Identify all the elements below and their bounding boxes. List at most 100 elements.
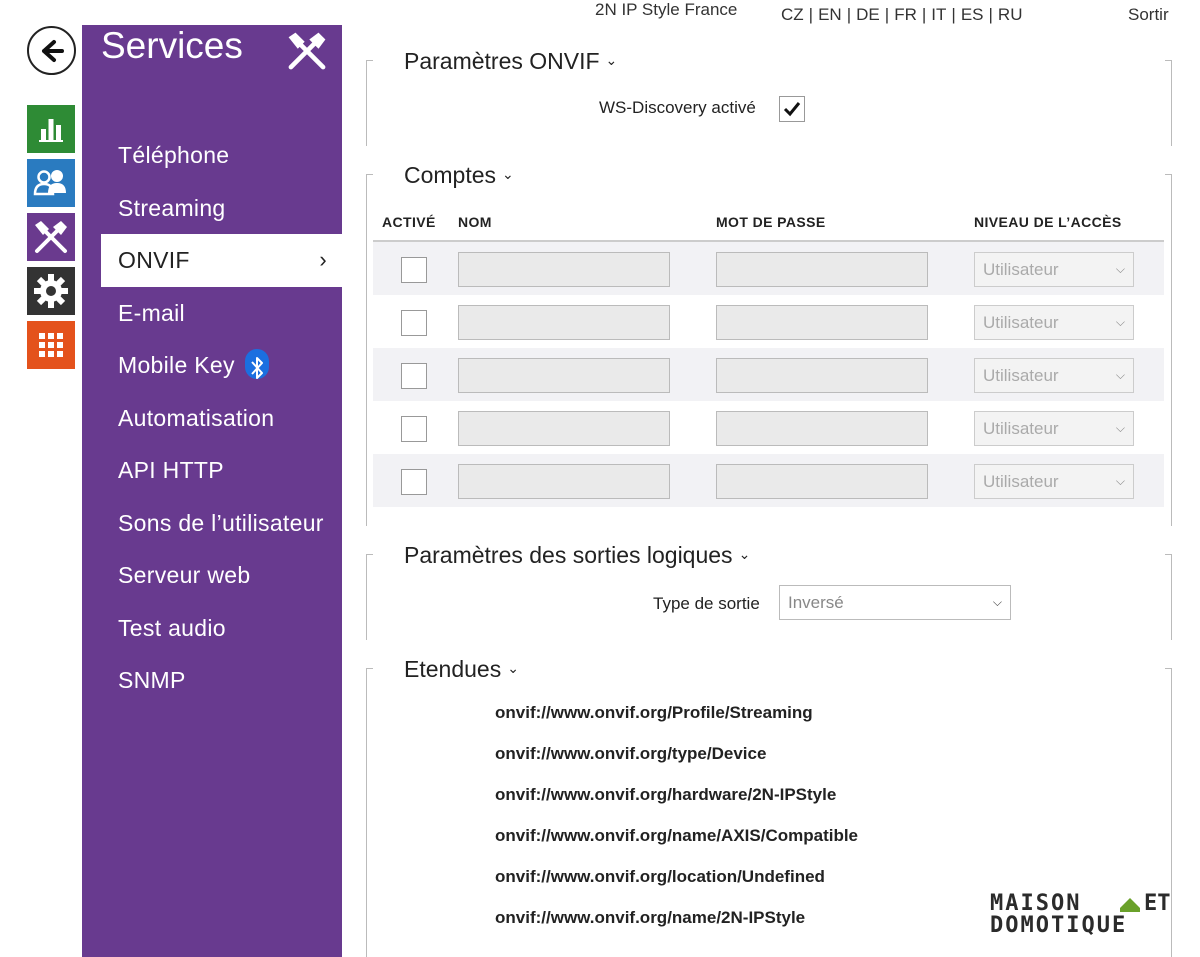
services-menu: Téléphone Streaming ONVIF › E-mail Mobile…	[101, 129, 342, 707]
lang-ru[interactable]: RU	[998, 5, 1023, 24]
nav-apps[interactable]	[27, 321, 75, 369]
access-level-select[interactable]: Utilisateur ⌵	[974, 464, 1134, 499]
svg-text:ET: ET	[1144, 891, 1171, 916]
lang-de[interactable]: DE	[856, 5, 880, 24]
lang-cz[interactable]: CZ	[781, 5, 804, 24]
sidebar-item-telephone[interactable]: Téléphone	[101, 129, 342, 182]
sidebar-item-label: Test audio	[118, 614, 226, 641]
ws-discovery-label: WS-Discovery activé	[599, 98, 756, 117]
lang-fr[interactable]: FR	[894, 5, 917, 24]
account-password-input[interactable]	[716, 358, 928, 393]
table-row: Utilisateur ⌵	[373, 295, 1164, 348]
access-level-select[interactable]: Utilisateur ⌵	[974, 411, 1134, 446]
svg-text:DOMOTIQUE: DOMOTIQUE	[990, 913, 1127, 936]
section-title: Etendues	[404, 656, 502, 682]
account-active-checkbox[interactable]	[401, 469, 427, 495]
sidebar-item-snmp[interactable]: SNMP	[101, 654, 342, 707]
column-header-name: NOM	[458, 214, 492, 230]
sidebar-item-label: Serveur web	[118, 562, 251, 588]
scope-item: onvif://www.onvif.org/location/Undefined	[495, 867, 825, 886]
account-name-input[interactable]	[458, 464, 670, 499]
sidebar-item-label: API HTTP	[118, 457, 224, 483]
account-active-checkbox[interactable]	[401, 416, 427, 442]
chevron-down-icon: ⌵	[1115, 474, 1125, 488]
lang-en[interactable]: EN	[818, 5, 842, 24]
sidebar-item-label: Téléphone	[118, 142, 230, 168]
account-active-checkbox[interactable]	[401, 310, 427, 336]
select-value: Utilisateur	[983, 313, 1059, 332]
chevron-down-icon: ⌵	[992, 595, 1002, 609]
language-switcher: CZ | EN | DE | FR | IT | ES | RU	[781, 5, 1023, 24]
lang-it[interactable]: IT	[931, 5, 946, 24]
nav-system[interactable]	[27, 267, 75, 315]
select-value: Inversé	[788, 593, 844, 612]
sidebar-item-label: Streaming	[118, 194, 226, 221]
scope-item: onvif://www.onvif.org/Profile/Streaming	[495, 703, 813, 722]
sidebar-item-user-sounds[interactable]: Sons de l’utilisateur	[101, 497, 342, 550]
chevron-down-icon: ⌄	[507, 660, 519, 676]
access-level-select[interactable]: Utilisateur ⌵	[974, 358, 1134, 393]
users-icon	[33, 170, 66, 196]
sidebar-item-label: SNMP	[118, 667, 186, 693]
access-level-select[interactable]: Utilisateur ⌵	[974, 252, 1134, 287]
gear-icon	[34, 274, 68, 308]
output-type-select[interactable]: Inversé ⌵	[779, 585, 1011, 620]
account-password-input[interactable]	[716, 464, 928, 499]
scopes-header[interactable]: Etendues ⌄	[404, 656, 519, 683]
account-password-input[interactable]	[716, 252, 928, 287]
account-name-input[interactable]	[458, 252, 670, 287]
sidebar-item-audio-test[interactable]: Test audio	[101, 602, 342, 655]
arrow-left-icon	[41, 39, 64, 62]
column-header-access-level: NIVEAU DE L’ACCÈS	[974, 214, 1122, 230]
tools-icon	[35, 221, 67, 253]
sidebar-item-onvif[interactable]: ONVIF ›	[101, 234, 342, 287]
account-active-checkbox[interactable]	[401, 257, 427, 283]
back-button[interactable]	[27, 26, 76, 75]
account-password-input[interactable]	[716, 411, 928, 446]
table-row: Utilisateur ⌵	[373, 401, 1164, 454]
chevron-right-icon: ›	[319, 247, 327, 272]
bluetooth-icon	[244, 348, 269, 379]
section-title: Comptes	[404, 162, 497, 188]
nav-directory[interactable]	[27, 159, 75, 207]
chevron-down-icon: ⌵	[1115, 262, 1125, 276]
sidebar-item-label: ONVIF	[118, 247, 190, 273]
account-password-input[interactable]	[716, 305, 928, 340]
sidebar-item-label: Mobile Key	[118, 352, 235, 378]
select-value: Utilisateur	[983, 260, 1059, 279]
lang-es[interactable]: ES	[961, 5, 984, 24]
sidebar-item-web-server[interactable]: Serveur web	[101, 549, 342, 602]
nav-services[interactable]	[27, 213, 75, 261]
sidebar-item-label: Automatisation	[118, 404, 275, 431]
sidebar-item-label: Sons de l’utilisateur	[118, 509, 324, 536]
column-header-active: ACTIVÉ	[382, 214, 436, 230]
sidebar-item-api-http[interactable]: API HTTP	[101, 444, 342, 497]
nav-status[interactable]	[27, 105, 75, 153]
sidebar-item-mobile-key[interactable]: Mobile Key	[101, 339, 342, 392]
account-name-input[interactable]	[458, 411, 670, 446]
ws-discovery-checkbox[interactable]	[779, 96, 805, 122]
checkmark-icon	[783, 102, 801, 117]
access-level-select[interactable]: Utilisateur ⌵	[974, 305, 1134, 340]
logical-outputs-header[interactable]: Paramètres des sorties logiques ⌄	[404, 542, 751, 569]
onvif-params-section: Paramètres ONVIF ⌄ WS-Discovery activé	[366, 48, 1172, 146]
chevron-down-icon: ⌄	[738, 546, 751, 562]
account-name-input[interactable]	[458, 305, 670, 340]
sidebar-item-automation[interactable]: Automatisation	[101, 392, 342, 445]
chevron-down-icon: ⌵	[1115, 421, 1125, 435]
select-value: Utilisateur	[983, 472, 1059, 491]
chevron-down-icon: ⌄	[502, 166, 514, 182]
device-name: 2N IP Style France	[595, 0, 738, 19]
sidebar-item-email[interactable]: E-mail	[101, 287, 342, 340]
sidebar-item-label: E-mail	[118, 299, 185, 326]
onvif-params-header[interactable]: Paramètres ONVIF ⌄	[404, 48, 618, 75]
table-row: Utilisateur ⌵	[373, 454, 1164, 507]
logout-link[interactable]: Sortir	[1128, 5, 1169, 25]
sidebar-item-streaming[interactable]: Streaming	[101, 182, 342, 235]
account-active-checkbox[interactable]	[401, 363, 427, 389]
chevron-down-icon: ⌄	[605, 52, 618, 68]
accounts-header[interactable]: Comptes ⌄	[404, 162, 514, 189]
scope-item: onvif://www.onvif.org/name/2N-IPStyle	[495, 908, 806, 927]
account-name-input[interactable]	[458, 358, 670, 393]
services-sidebar: Services Téléphone Streaming ONVIF › E-ma…	[82, 25, 342, 957]
